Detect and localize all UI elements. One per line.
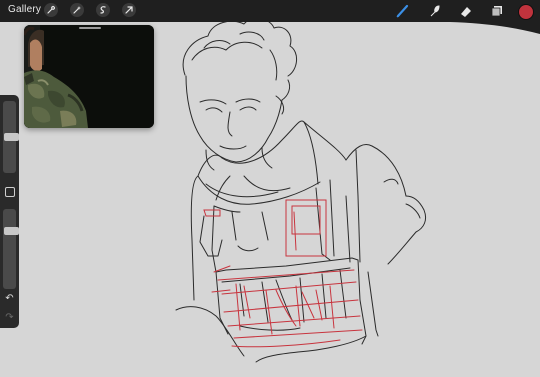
eraser-icon[interactable]	[458, 3, 474, 19]
opacity-thumb[interactable]	[4, 227, 19, 235]
reference-image	[24, 25, 154, 128]
magic-wand-icon[interactable]	[70, 3, 84, 17]
redo-icon[interactable]: ↷	[3, 311, 16, 324]
reference-drag-handle[interactable]	[79, 27, 101, 29]
undo-icon[interactable]: ↶	[3, 292, 16, 305]
top-toolbar: Gallery	[0, 0, 540, 22]
smudge-icon[interactable]	[426, 3, 442, 19]
ink-sketch	[175, 17, 427, 363]
gallery-button[interactable]: Gallery	[8, 4, 41, 15]
selection-icon[interactable]	[96, 3, 110, 17]
color-swatch[interactable]	[518, 4, 534, 20]
left-sidebar: ↶ ↷	[0, 95, 19, 328]
modify-button[interactable]	[5, 187, 15, 197]
brush-size-thumb[interactable]	[4, 133, 19, 141]
brush-icon[interactable]	[395, 3, 411, 19]
opacity-slider[interactable]	[3, 209, 19, 289]
layers-icon[interactable]	[489, 3, 505, 19]
transform-arrow-icon[interactable]	[122, 3, 136, 17]
wrench-icon[interactable]	[44, 3, 58, 17]
red-sketch	[203, 199, 363, 348]
brush-size-slider[interactable]	[3, 101, 19, 173]
reference-window[interactable]	[24, 25, 154, 128]
toolbar-shadow	[450, 22, 540, 34]
